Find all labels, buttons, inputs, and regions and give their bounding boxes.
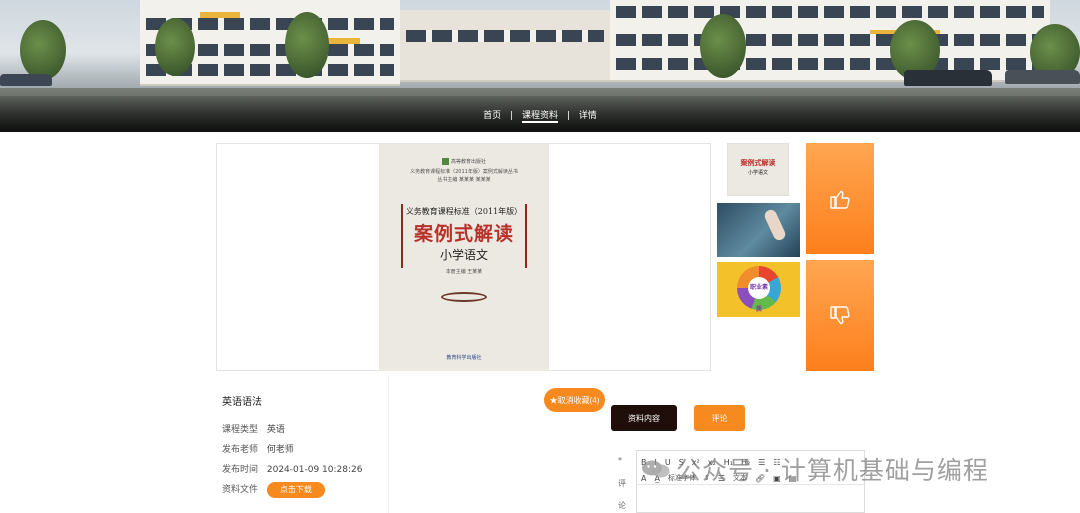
breadcrumb: 首页 | 课程资料 | 详情 <box>0 108 1080 123</box>
tree <box>285 12 329 78</box>
divider <box>388 376 389 513</box>
breadcrumb-separator: | <box>510 111 514 121</box>
teacher-label: 发布老师 <box>222 445 259 455</box>
dislike-button[interactable] <box>806 260 874 371</box>
car <box>1005 70 1080 84</box>
required-marker: * <box>618 456 622 465</box>
hand-image <box>762 207 788 243</box>
comment-label-2: 论 <box>618 501 626 510</box>
book-editors: 丛书主编 某某某 某某某 <box>437 177 491 183</box>
info-row-type: 课程类型 英语 <box>222 420 382 440</box>
info-row-time: 发布时间 2024-01-09 10:28:26 <box>222 460 382 480</box>
book-cover-image: 高等教育出版社 义务教育课程标准（2011年版）案例式解读丛书 丛书主编 某某某… <box>379 144 549 371</box>
publisher-logo-icon <box>441 158 449 165</box>
teacher-value: 何老师 <box>266 445 294 455</box>
tree <box>20 20 66 80</box>
thumbnail-infographic[interactable]: 职业素质 <box>717 262 800 317</box>
book-author: 本册主编 王某某 <box>445 269 483 275</box>
info-row-file: 资料文件 点击下载 <box>222 480 382 500</box>
thumb-book-title: 案例式解读 <box>740 158 776 167</box>
wechat-icon <box>642 460 670 478</box>
watermark-text: 公众号 · 计算机基础与编程 <box>676 456 989 485</box>
thumbnail-book[interactable]: 案例式解读 小学语文 <box>727 143 789 196</box>
file-label: 资料文件 <box>222 485 259 495</box>
infographic-label: 职业素质 <box>748 277 770 313</box>
thumb-book-subject: 小学语文 <box>747 170 768 176</box>
book-publisher-header: 高等教育出版社 <box>379 158 549 165</box>
breadcrumb-courses[interactable]: 课程资料 <box>521 111 558 123</box>
ornament-icon <box>441 292 487 302</box>
tree <box>155 18 195 76</box>
car <box>904 70 992 86</box>
car <box>0 74 52 86</box>
book-publisher: 教育科学出版社 <box>446 355 482 361</box>
book-series: 义务教育课程标准（2011年版）案例式解读丛书 <box>410 169 518 175</box>
type-value: 英语 <box>266 425 285 435</box>
main-image-panel: 高等教育出版社 义务教育课程标准（2011年版）案例式解读丛书 丛书主编 某某某… <box>216 143 711 371</box>
breadcrumb-separator: | <box>566 111 570 121</box>
tab-comment[interactable]: 评论 <box>694 405 745 431</box>
favorite-button[interactable]: ★取消收藏(4) <box>544 388 605 412</box>
watermark: 公众号 · 计算机基础与编程 <box>640 449 989 489</box>
tree <box>700 14 746 78</box>
book-title: 案例式解读 <box>413 223 514 245</box>
resource-info: 英语语法 课程类型 英语 发布老师 何老师 发布时间 2024-01-09 10… <box>222 393 382 500</box>
breadcrumb-detail: 详情 <box>578 111 597 121</box>
campus-building-center <box>400 10 610 82</box>
like-button[interactable] <box>806 143 874 254</box>
resource-title: 英语语法 <box>222 397 262 408</box>
breadcrumb-home[interactable]: 首页 <box>483 111 501 121</box>
time-value: 2024-01-09 10:28:26 <box>266 465 363 475</box>
time-label: 发布时间 <box>222 465 259 475</box>
tab-content[interactable]: 资料内容 <box>611 405 677 431</box>
info-row-teacher: 发布老师 何老师 <box>222 440 382 460</box>
type-label: 课程类型 <box>222 425 259 435</box>
thumbnail-hand-tech[interactable] <box>717 203 800 257</box>
book-subject: 小学语文 <box>439 248 488 262</box>
thumbs-down-icon <box>830 305 850 324</box>
download-button[interactable]: 点击下载 <box>266 481 325 498</box>
hero-banner: 首页 | 课程资料 | 详情 <box>0 0 1080 132</box>
book-subtitle: 义务教育课程标准（2011年版） <box>405 207 523 216</box>
comment-label-1: 评 <box>618 479 626 488</box>
page-root: 首页 | 课程资料 | 详情 高等教育出版社 义务教育课程标准（2011年版）案… <box>0 0 1080 513</box>
thumbs-up-icon <box>830 190 850 209</box>
